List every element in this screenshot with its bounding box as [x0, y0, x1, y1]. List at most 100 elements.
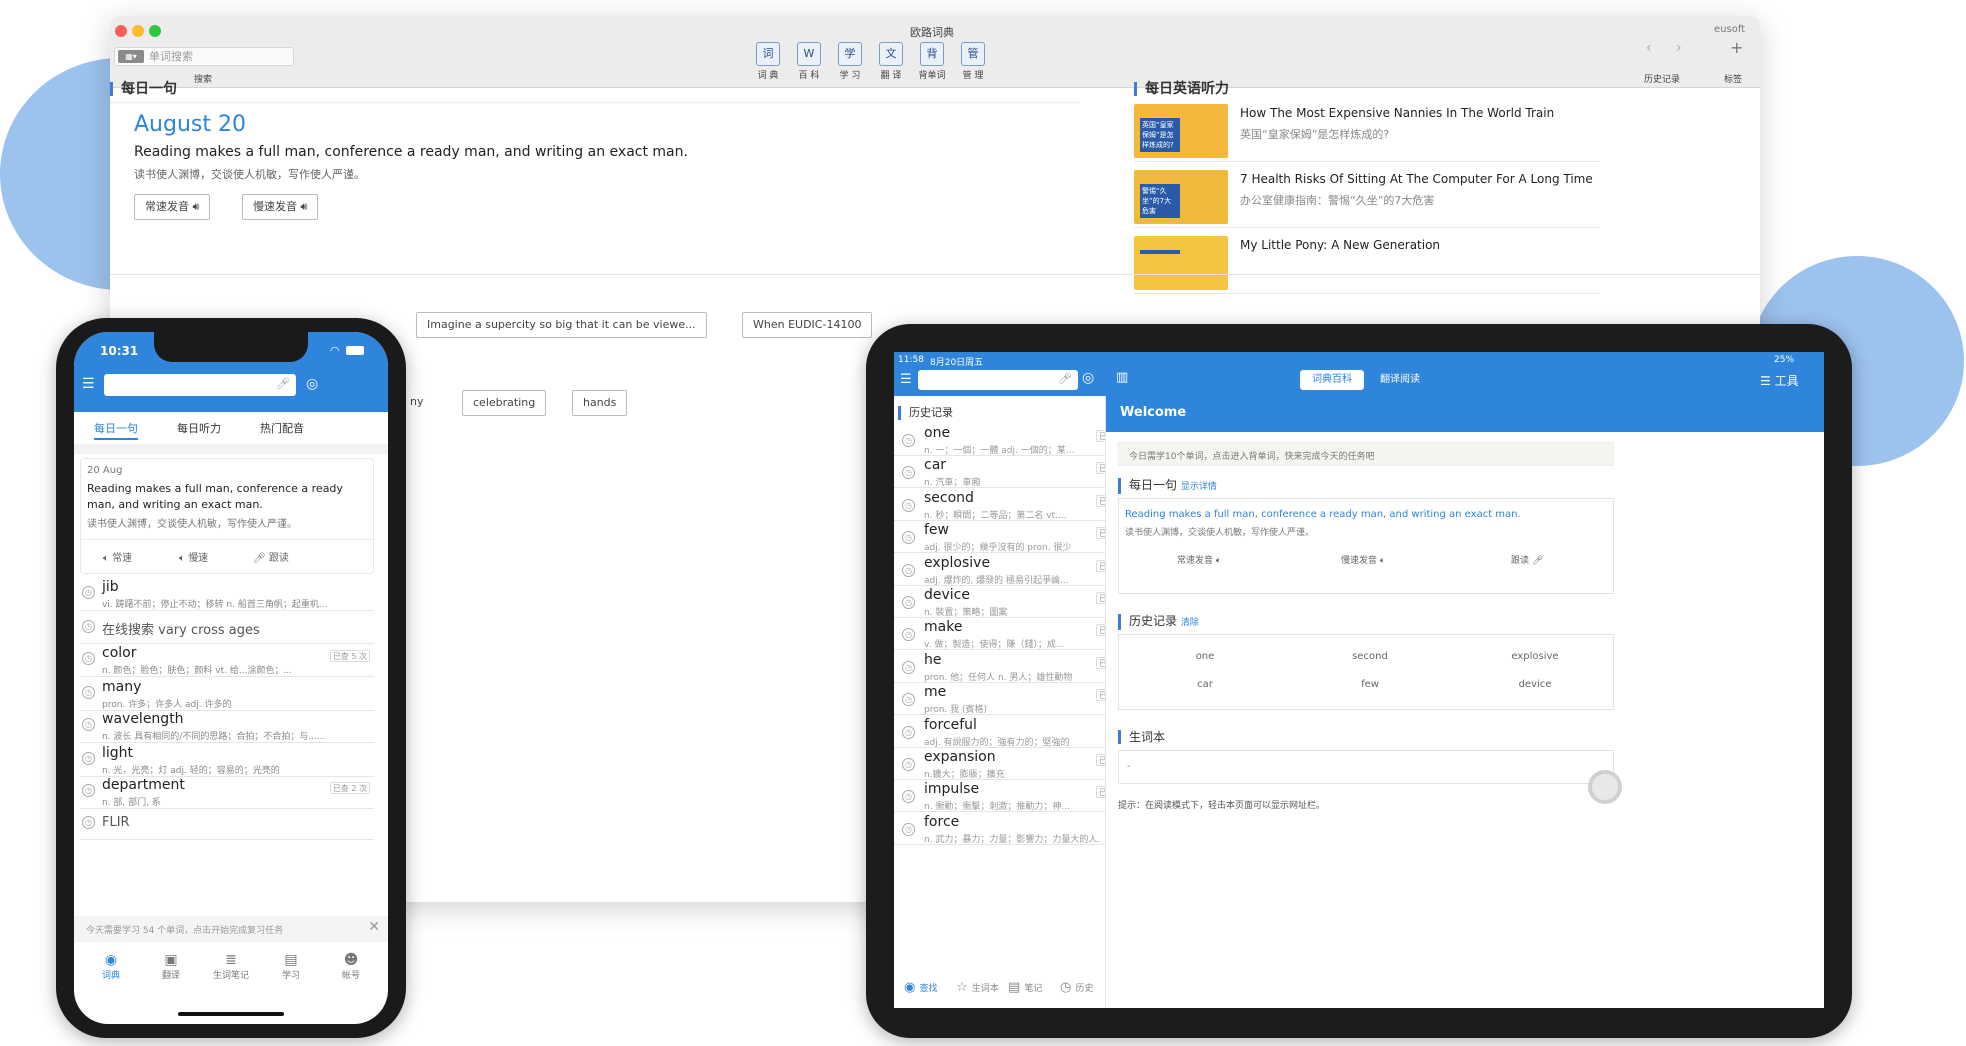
history-list-item[interactable]: ◷ explosive adj. 爆炸的, 爆發的 極易引起爭論... 已查 3 次	[894, 554, 1105, 586]
history-list-item[interactable]: ◷ second n. 秒；瞬間；二等品；第二名 vt.... 已查 3 次	[894, 489, 1105, 521]
seg-dict[interactable]: 词典百科	[1300, 370, 1364, 390]
history-list-item[interactable]: ◷ make v. 做；製造；使得；賺（錢）；成... 已查 3 次	[894, 618, 1105, 651]
history-list-item[interactable]: ◷ impulse n. 衝動；衝擊；刺激；推動力；神... 已查 3 次	[894, 780, 1105, 813]
toolbar-dictionary-button[interactable]: 词词 典	[748, 42, 788, 81]
phone-tab[interactable]: 热门配音	[260, 420, 304, 436]
menu-icon[interactable]: ☰	[82, 376, 95, 392]
tag-label[interactable]: 标签	[1724, 72, 1742, 85]
bottom-tab[interactable]: ≣ 生词笔记	[206, 952, 256, 981]
history-list-item[interactable]: ◷ color n. 颜色；脸色；肤色；颜料 vt. 给...涂颜色；... 已查 5…	[80, 644, 374, 677]
history-list-item[interactable]: ◷ me pron. 我 (賓格) 已查 3 次	[894, 683, 1105, 716]
back-icon[interactable]: ‹	[1646, 40, 1652, 56]
tablet-follow-button[interactable]: 跟读 🎤︎	[1511, 553, 1543, 566]
article-pill-1[interactable]: Imagine a supercity so big that it can b…	[416, 312, 707, 338]
word: jib	[102, 579, 119, 595]
listening-item[interactable]: 英国“皇家保姆”是怎样炼成的? How The Most Expensive Na…	[1134, 100, 1600, 162]
tablet-slow-button[interactable]: 慢速发音 🔈︎	[1341, 553, 1385, 566]
toolbar-translate-button[interactable]: 文翻 译	[871, 42, 911, 81]
vocab-box[interactable]: -	[1118, 750, 1614, 784]
slow-speed-button[interactable]: 慢速发音 🔊︎	[242, 194, 319, 220]
listening-item[interactable]: 警惕“久坐”的7大危害 7 Health Risks Of Sitting At …	[1134, 166, 1600, 228]
tablet-menu-icon[interactable]: ☰	[900, 372, 912, 387]
history-list-item[interactable]: ◷ one n. 一；一個；一體 adj. 一個的；某... 已查 2 次	[894, 424, 1105, 456]
history-list-item[interactable]: ◷ force n. 武力；暴力；力量；影響力；力量大的人...	[894, 813, 1105, 845]
history-list-item[interactable]: ◷ many pron. 许多；许多人 adj. 许多的	[80, 678, 374, 711]
tablet-sidebar: 历史记录 ◷onen. 一；一個；一體 adj. 一個的；某...已查 2 次◷…	[894, 396, 1106, 1008]
tag-pill-2[interactable]: celebrating	[462, 390, 547, 416]
tablet-daily-card[interactable]: Reading makes a full man, conference a r…	[1118, 498, 1614, 594]
article-pill-2[interactable]: When EUDIC-14100	[742, 312, 873, 338]
phone-tab[interactable]: 每日听力	[177, 420, 221, 436]
history-list-item[interactable]: ◷ expansion n.擴大；膨脹；擴充 已查 4 次	[894, 748, 1105, 780]
history-list-item[interactable]: ◷ department n. 部, 部门, 系 已查 2 次	[80, 776, 374, 809]
listening-thumbnail: 英国“皇家保姆”是怎样炼成的?	[1134, 104, 1228, 158]
close-window-button[interactable]	[115, 25, 127, 37]
toolbar-manage-button[interactable]: 管管 理	[953, 42, 993, 81]
definition: n. 衝動；衝擊；刺激；推動力；神...	[924, 802, 1071, 813]
toolbar-flashcard-button[interactable]: 背背单词	[912, 42, 952, 81]
close-notice-icon[interactable]: ✕	[368, 919, 380, 935]
normal-speed-button[interactable]: 常速发音 🔊︎	[134, 194, 211, 220]
listening-item[interactable]: My Little Pony: A New Generation	[1134, 232, 1600, 294]
history-word-chip[interactable]: second	[1310, 651, 1430, 662]
library-icon[interactable]: ▥	[1116, 370, 1128, 385]
card-normal-button[interactable]: 🔈︎ 常速	[103, 549, 132, 564]
camera-icon[interactable]: ◎	[306, 376, 318, 392]
add-tag-icon[interactable]: +	[1730, 38, 1743, 57]
tablet-bottom-tab[interactable]: ▤ 笔记	[1008, 980, 1042, 995]
history-word-chip[interactable]: device	[1475, 679, 1595, 690]
history-list-item[interactable]: ◷ light n. 光，光亮；灯 adj. 轻的；容易的；光亮的	[80, 744, 374, 777]
history-list-item[interactable]: ◷ FLIR	[80, 808, 374, 840]
card-follow-button[interactable]: 🎤︎ 跟读	[253, 549, 289, 564]
history-word-chip[interactable]: car	[1145, 679, 1265, 690]
minimize-window-button[interactable]	[132, 25, 144, 37]
tablet-bottom-tab[interactable]: ☆ 生词本	[956, 980, 999, 995]
clear-history-link[interactable]: 清除	[1181, 618, 1199, 628]
phone-search-input[interactable]: 🎤︎	[104, 374, 296, 396]
tablet-notice[interactable]: 今日需学10个单词，点击进入背单词，快来完成今天的任务吧	[1118, 442, 1614, 466]
bottom-tab[interactable]: ▤ 学习	[266, 952, 316, 981]
tablet-search-input[interactable]: 🎤︎	[918, 370, 1078, 390]
tablet-bottom-tab[interactable]: ◉ 查找	[904, 980, 938, 995]
history-list-item[interactable]: ◷ jib vi. 踌躇不前；停止不动；移转 n. 船首三角帆；起重机...	[80, 578, 374, 611]
search-input[interactable]: ▦▾ 单词搜索	[114, 47, 294, 66]
history-list-item[interactable]: ◷ few adj. 很少的；幾乎沒有的 pron. 很少 已查 3 次	[894, 521, 1105, 554]
history-list-item[interactable]: ◷ 在线搜索 vary cross ages	[80, 612, 374, 644]
search-mode-icon[interactable]: ▦▾	[118, 50, 144, 63]
bottom-tab[interactable]: ▣ 翻译	[146, 952, 196, 981]
bottom-tab[interactable]: ☻ 帐号	[326, 952, 376, 981]
forward-icon[interactable]: ›	[1676, 40, 1682, 56]
assistive-touch-button[interactable]	[1588, 770, 1622, 804]
history-list-item[interactable]: ◷ device n. 裝置；策略；圖案 已查 3 次	[894, 586, 1105, 618]
seg-translate[interactable]: 翻译阅读	[1368, 370, 1432, 390]
history-list-item[interactable]: ◷ he pron. 他；任何人 n. 男人；雄性動物 已查 3 次	[894, 651, 1105, 683]
mic-icon[interactable]: 🎤︎	[1058, 372, 1072, 385]
zoom-window-button[interactable]	[149, 25, 161, 37]
tag-pill-3[interactable]: hands	[572, 390, 628, 416]
history-label[interactable]: 历史记录	[1644, 72, 1680, 85]
phone-device: 10:31 ◠ ☰ 🎤︎ ◎ 每日一句 每日听力 热门配音 20 Aug Readi…	[56, 318, 406, 1038]
history-word-chip[interactable]: one	[1145, 651, 1265, 662]
history-list-item[interactable]: ◷ forceful adj. 有說服力的；強有力的；堅強的	[894, 716, 1105, 748]
show-detail-link[interactable]: 显示详情	[1181, 482, 1217, 492]
lookup-count-badge: 已查 3 次	[1095, 656, 1105, 669]
history-list-item[interactable]: ◷ car n. 汽車；車廂 已查 3 次	[894, 456, 1105, 489]
tablet-normal-button[interactable]: 常速发音 🔈︎	[1177, 553, 1221, 566]
history-word-chip[interactable]: few	[1310, 679, 1430, 690]
card-slow-button[interactable]: 🔈︎ 慢速	[179, 549, 208, 564]
phone-notice-bar[interactable]: 今天需要学习 54 个单词，点击开始完成复习任务 ✕	[74, 916, 388, 942]
bottom-tab[interactable]: ◉ 词典	[86, 952, 136, 981]
mic-icon[interactable]: 🎤︎	[276, 377, 290, 390]
phone-tab[interactable]: 每日一句	[94, 420, 138, 436]
toolbar-wikipedia-button[interactable]: W 百 科	[789, 42, 829, 81]
history-list-item[interactable]: ◷ wavelength n. 波长 具有相同的/不同的思路；合拍；不合拍；与...…	[80, 710, 374, 743]
clock-icon: ◷	[82, 816, 95, 829]
history-word-chip[interactable]: explosive	[1475, 651, 1595, 662]
toolbar-study-button[interactable]: 学学 习	[830, 42, 870, 81]
tablet-camera-icon[interactable]: ◎	[1082, 370, 1094, 386]
daily-card[interactable]: 20 Aug Reading makes a full man, confere…	[80, 458, 375, 574]
lookup-count-badge: 已查 3 次	[1095, 786, 1105, 799]
tools-button[interactable]: ☰ 工具	[1760, 372, 1799, 389]
tablet-bottom-tab[interactable]: ◷ 历史	[1060, 980, 1094, 995]
definition: pron. 我 (賓格)	[924, 705, 988, 716]
